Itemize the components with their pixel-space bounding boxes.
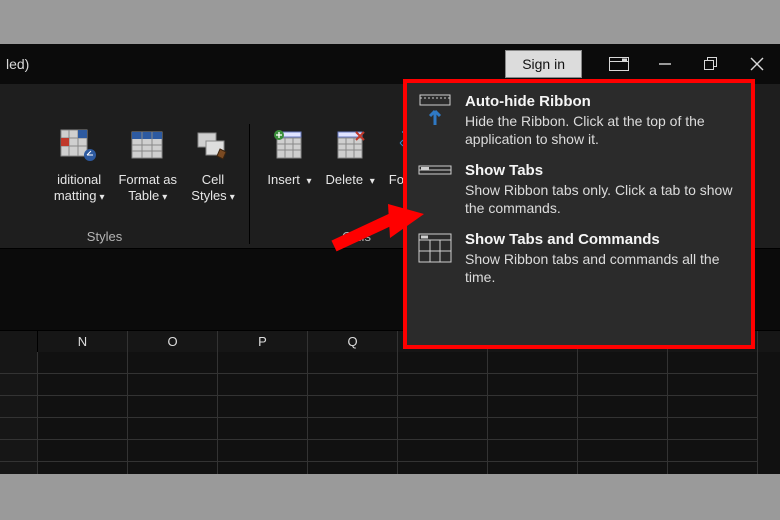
ribbon-group-styles: iditional matting▾ Format as Table▾ xyxy=(0,124,250,244)
column-header[interactable]: P xyxy=(218,331,308,353)
menu-item-show-tabs-and-commands[interactable]: Show Tabs and Commands Show Ribbon tabs … xyxy=(413,229,741,298)
column-header[interactable]: N xyxy=(38,331,128,353)
conditional-formatting-label: iditional matting xyxy=(54,172,101,203)
group-title-styles: Styles xyxy=(0,229,249,244)
cell-styles-button[interactable]: Cell Styles ▾ xyxy=(191,124,235,206)
spreadsheet-grid[interactable] xyxy=(0,352,780,474)
delete-button[interactable]: Delete ▾ xyxy=(326,124,375,190)
dropdown-caret-icon: ▾ xyxy=(307,176,312,187)
menu-item-auto-hide-ribbon[interactable]: Auto-hide Ribbon Hide the Ribbon. Click … xyxy=(413,91,741,160)
window-controls: Sign in xyxy=(505,44,780,84)
menu-item-description: Show Ribbon tabs only. Click a tab to sh… xyxy=(465,181,741,217)
menu-item-description: Hide the Ribbon. Click at the top of the… xyxy=(465,112,741,148)
conditional-formatting-icon xyxy=(57,124,101,168)
close-button[interactable] xyxy=(734,44,780,84)
insert-label: Insert xyxy=(267,172,300,187)
format-as-table-label: Format as Table xyxy=(118,172,177,203)
cell-styles-label: Cell Styles xyxy=(191,172,226,203)
ribbon-display-options-menu: Auto-hide Ribbon Hide the Ribbon. Click … xyxy=(403,79,755,349)
document-title-fragment: led) xyxy=(0,56,29,72)
dropdown-caret-icon: ▾ xyxy=(230,192,235,203)
column-header[interactable]: O xyxy=(128,331,218,353)
conditional-formatting-button[interactable]: iditional matting▾ xyxy=(54,124,105,206)
dropdown-caret-icon: ▾ xyxy=(99,192,104,203)
dropdown-caret-icon: ▾ xyxy=(162,192,167,203)
insert-button[interactable]: Insert ▾ xyxy=(267,124,311,190)
delete-label: Delete xyxy=(326,172,364,187)
menu-item-title: Auto-hide Ribbon xyxy=(465,93,741,110)
sign-in-button[interactable]: Sign in xyxy=(505,50,582,78)
ribbon-display-options-button[interactable] xyxy=(596,44,642,84)
menu-item-show-tabs[interactable]: Show Tabs Show Ribbon tabs only. Click a… xyxy=(413,160,741,229)
show-tabs-icon xyxy=(415,162,457,204)
cell-styles-icon xyxy=(191,124,235,168)
column-header[interactable]: Q xyxy=(308,331,398,353)
restore-button[interactable] xyxy=(688,44,734,84)
format-as-table-button[interactable]: Format as Table▾ xyxy=(118,124,177,206)
annotation-arrow xyxy=(330,200,430,260)
dropdown-caret-icon: ▾ xyxy=(370,176,375,187)
menu-item-title: Show Tabs and Commands xyxy=(465,231,741,248)
menu-item-title: Show Tabs xyxy=(465,162,741,179)
menu-item-description: Show Ribbon tabs and commands all the ti… xyxy=(465,250,741,286)
format-as-table-icon xyxy=(126,124,170,168)
insert-cells-icon xyxy=(267,124,311,168)
minimize-button[interactable] xyxy=(642,44,688,84)
title-bar: led) Sign in xyxy=(0,44,780,84)
select-all-corner[interactable] xyxy=(0,331,38,353)
auto-hide-ribbon-icon xyxy=(415,93,457,135)
delete-cells-icon xyxy=(328,124,372,168)
